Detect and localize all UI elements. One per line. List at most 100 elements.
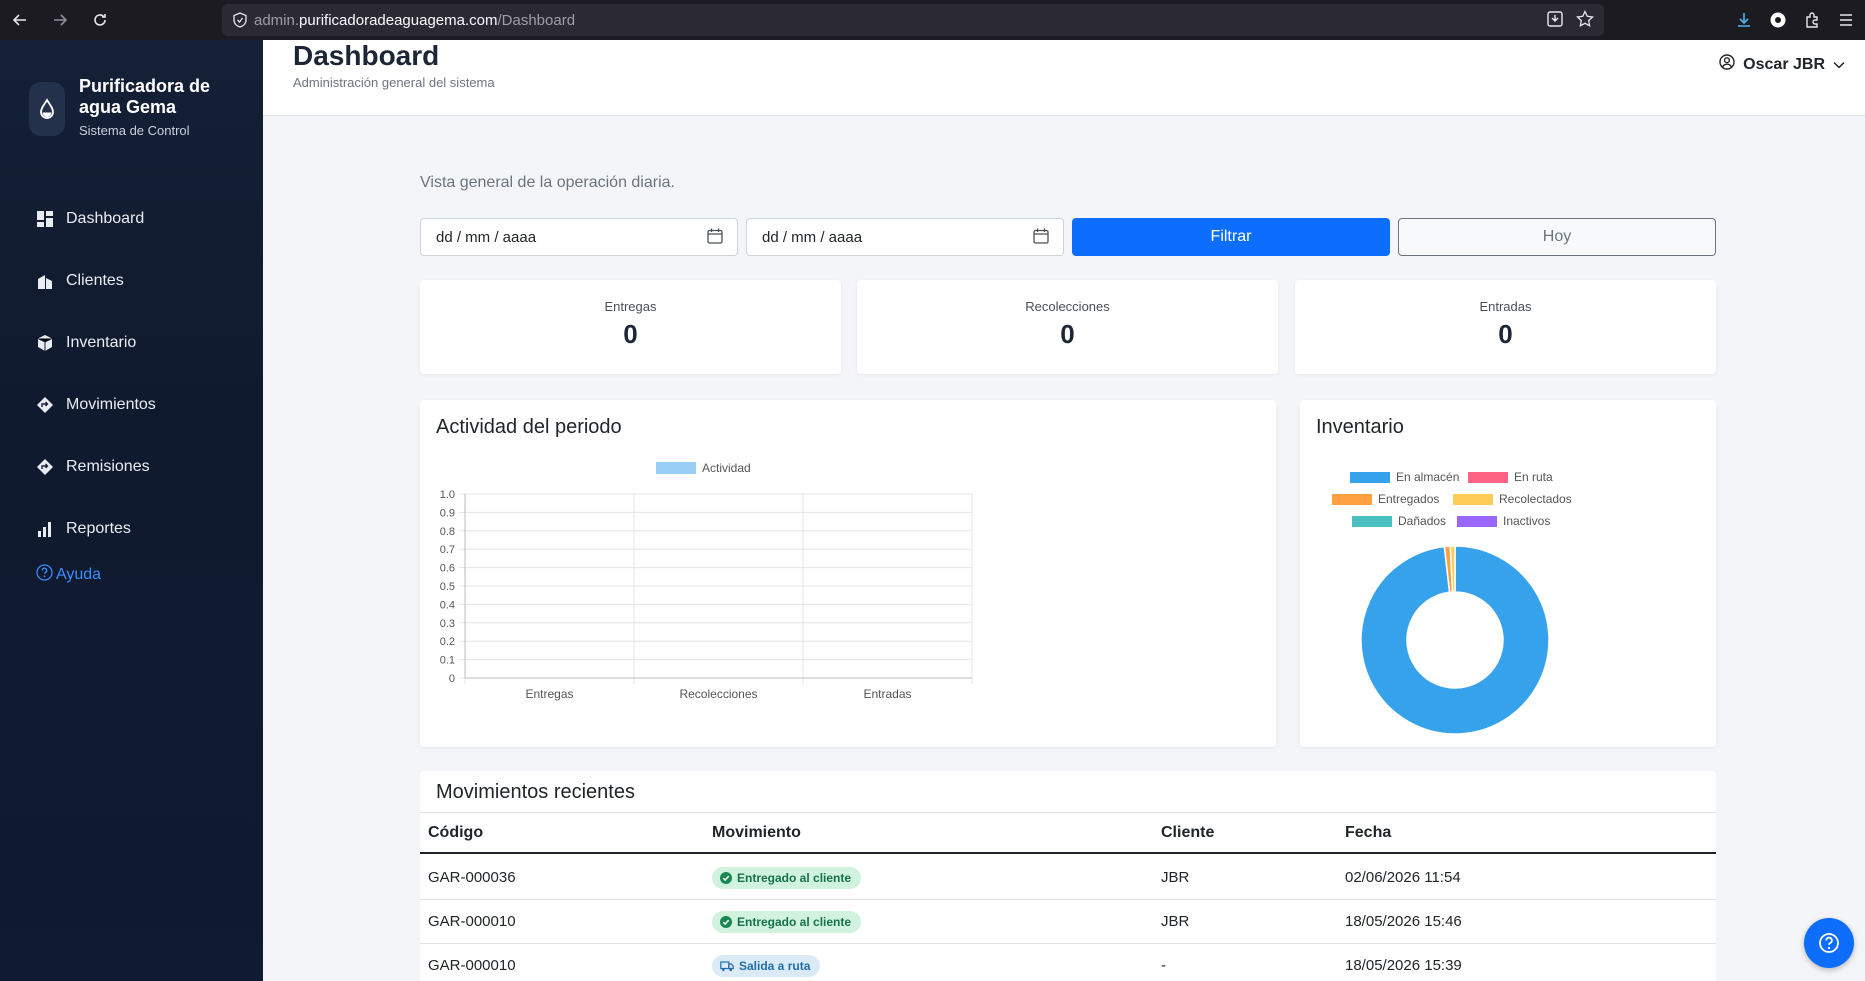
diamond-arrow-icon <box>36 458 54 476</box>
question-circle-icon <box>1819 933 1839 953</box>
legend-swatch <box>656 462 696 474</box>
legend-label: Dañados <box>1398 514 1447 528</box>
y-tick-label: 0.2 <box>440 636 455 648</box>
stat-label: Recolecciones <box>1025 299 1110 314</box>
y-tick-label: 0.9 <box>440 507 455 519</box>
stat-card-entregas: Entregas 0 <box>420 280 841 374</box>
stat-label: Entradas <box>1479 299 1532 314</box>
today-button[interactable]: Hoy <box>1398 218 1716 256</box>
stat-label: Entregas <box>604 299 657 314</box>
legend-item[interactable]: Inactivos <box>1457 514 1550 528</box>
column-header[interactable]: Fecha <box>1345 813 1391 852</box>
sidebar-item-dashboard[interactable]: Dashboard <box>0 188 263 250</box>
forward-icon[interactable] <box>40 0 80 40</box>
url-text: admin.purificadoradeaguagema.com/Dashboa… <box>254 11 576 29</box>
page-title: Dashboard <box>293 40 440 71</box>
save-page-icon[interactable] <box>1546 10 1564 28</box>
y-tick-label: 0.7 <box>440 544 455 556</box>
recent-movements-card: Movimientos recientes Código Movimiento … <box>420 771 1716 981</box>
reload-icon[interactable] <box>80 0 120 40</box>
bar-chart-icon <box>36 520 54 538</box>
column-header[interactable]: Cliente <box>1161 813 1214 852</box>
cell-client: JBR <box>1161 913 1190 930</box>
sidebar-item-movimientos[interactable]: Movimientos <box>0 374 263 436</box>
cell-code: GAR-000036 <box>428 869 516 886</box>
account-icon[interactable] <box>1769 11 1787 29</box>
check-circle-icon <box>720 915 732 928</box>
sidebar-item-reportes[interactable]: Reportes <box>0 498 263 560</box>
status-badge-label: Salida a ruta <box>739 958 811 973</box>
x-tick-label: Recolecciones <box>679 687 757 701</box>
status-badge-label: Entregado al cliente <box>737 870 852 885</box>
y-tick-label: 0.5 <box>440 581 455 593</box>
sidebar-item-remisiones[interactable]: Remisiones <box>0 436 263 498</box>
calendar-icon[interactable] <box>707 228 723 248</box>
column-header[interactable]: Movimiento <box>712 813 801 852</box>
legend-item[interactable]: Dañados <box>1352 514 1446 528</box>
sidebar-item-inventario[interactable]: Inventario <box>0 312 263 374</box>
legend-label: Recolectados <box>1499 492 1572 506</box>
status-badge: Salida a ruta <box>712 954 821 977</box>
legend-swatch <box>1332 493 1372 505</box>
legend-label: Actividad <box>702 461 751 475</box>
cell-date: 02/06/2026 11:54 <box>1345 869 1461 886</box>
table-row[interactable]: GAR-000036 Entregado al cliente JBR 02/06/2… <box>420 856 1716 900</box>
sidebar-item-label: Inventario <box>66 334 137 351</box>
cell-code: GAR-000010 <box>428 913 516 930</box>
help-link[interactable]: Ayuda <box>36 564 101 586</box>
date-to-placeholder: dd / mm / aaaa <box>762 228 863 246</box>
date-to-input[interactable]: dd / mm / aaaa <box>746 218 1064 256</box>
question-circle-icon <box>36 564 53 586</box>
browser-toolbar: admin.purificadoradeaguagema.com/Dashboa… <box>0 0 1865 40</box>
date-from-placeholder: dd / mm / aaaa <box>436 228 537 246</box>
legend-item[interactable]: En almacén <box>1350 470 1459 484</box>
activity-chart-title: Actividad del periodo <box>436 416 622 438</box>
building-icon <box>36 272 54 290</box>
legend-label: En ruta <box>1514 470 1553 484</box>
inventory-chart-title: Inventario <box>1316 416 1404 438</box>
sidebar: Purificadora de agua Gema Sistema de Con… <box>0 40 263 981</box>
status-badge: Entregado al cliente <box>712 866 862 889</box>
sidebar-item-label: Dashboard <box>66 210 145 227</box>
column-header[interactable]: Código <box>428 813 483 852</box>
table-row[interactable]: GAR-000010 Salida a ruta - 18/05/2026 15:39 <box>420 944 1716 981</box>
calendar-icon[interactable] <box>1033 228 1049 248</box>
help-fab-button[interactable] <box>1804 918 1854 968</box>
cell-code: GAR-000010 <box>428 957 516 974</box>
help-label: Ayuda <box>56 566 102 583</box>
user-name: Oscar JBR <box>1743 55 1825 73</box>
cell-client: - <box>1161 957 1166 974</box>
address-bar[interactable]: admin.purificadoradeaguagema.com/Dashboa… <box>222 4 1604 36</box>
sidebar-item-clientes[interactable]: Clientes <box>0 250 263 312</box>
cell-date: 18/05/2026 15:39 <box>1345 957 1462 974</box>
check-circle-icon <box>720 871 732 884</box>
downloads-icon[interactable] <box>1735 11 1753 29</box>
legend-label: Inactivos <box>1503 514 1551 528</box>
legend-item[interactable]: Recolectados <box>1453 492 1572 506</box>
legend-swatch <box>1352 515 1392 527</box>
sidebar-item-label: Remisiones <box>66 458 150 475</box>
site-info-icon[interactable] <box>232 12 248 28</box>
y-tick-label: 0.6 <box>440 563 455 575</box>
user-menu[interactable]: Oscar JBR <box>1719 54 1845 75</box>
stat-card-recolecciones: Recolecciones 0 <box>857 280 1278 374</box>
diamond-arrow-icon <box>36 396 54 414</box>
table-row[interactable]: GAR-000010 Entregado al cliente JBR 18/05/2… <box>420 900 1716 944</box>
intro-text: Vista general de la operación diaria. <box>420 174 675 191</box>
date-from-input[interactable]: dd / mm / aaaa <box>420 218 738 256</box>
cell-movement: Entregado al cliente <box>712 856 862 899</box>
stat-value: 0 <box>1498 319 1513 349</box>
y-tick-label: 1.0 <box>440 489 455 501</box>
bookmark-star-icon[interactable] <box>1576 10 1594 28</box>
y-tick-label: 0 <box>449 673 455 685</box>
y-tick-label: 0.3 <box>440 618 455 630</box>
box-icon <box>36 334 54 352</box>
status-badge: Entregado al cliente <box>712 910 862 933</box>
menu-icon[interactable] <box>1837 11 1855 29</box>
filter-button[interactable]: Filtrar <box>1072 218 1390 256</box>
legend-item[interactable]: Entregados <box>1332 492 1439 506</box>
back-icon[interactable] <box>0 0 40 40</box>
side-nav: Dashboard Clientes Inventario Movimiento… <box>0 188 263 560</box>
extensions-icon[interactable] <box>1803 11 1821 29</box>
legend-item[interactable]: En ruta <box>1468 470 1553 484</box>
